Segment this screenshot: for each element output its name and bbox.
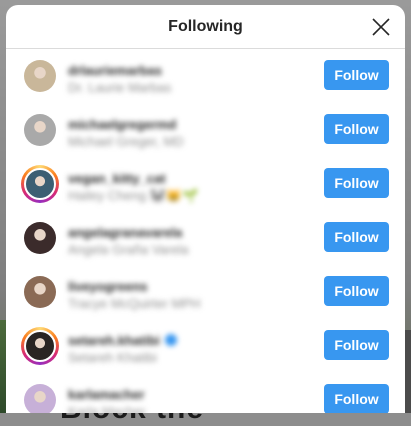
modal-title: Following	[168, 17, 243, 35]
story-ring[interactable]	[21, 327, 59, 365]
username-row: drlauriemarbas	[68, 62, 305, 78]
full-name: Dr. Laurie Marbas	[68, 80, 172, 95]
follow-button[interactable]: Follow	[324, 168, 389, 198]
avatar-wrap[interactable]	[24, 114, 56, 146]
username[interactable]: vegan_kitty_cat	[68, 171, 166, 186]
modal-header: Following	[6, 5, 405, 49]
avatar[interactable]	[24, 114, 56, 146]
list-item: drlauriemarbas Dr. Laurie Marbas Follow	[6, 49, 405, 103]
username[interactable]: drlauriemarbas	[68, 63, 162, 78]
list-item: liveyogreens Tracye McQuirter MPH Follow	[6, 265, 405, 319]
user-info: vegan_kitty_cat Hailey Cheng 🐼😸🌱	[68, 170, 305, 204]
username[interactable]: setareh.khatibi	[68, 333, 160, 348]
avatar[interactable]	[24, 222, 56, 254]
avatar-wrap[interactable]	[24, 60, 56, 92]
username-row: liveyogreens	[68, 278, 305, 294]
full-name: Hailey Cheng 🐼😸🌱	[68, 188, 199, 203]
username[interactable]: liveyogreens	[68, 279, 148, 294]
avatar[interactable]	[24, 276, 56, 308]
username[interactable]: karlamacher	[68, 387, 145, 402]
full-name: Setareh Khatibi	[68, 350, 157, 365]
list-item: vegan_kitty_cat Hailey Cheng 🐼😸🌱 Follow	[6, 157, 405, 211]
user-info: karlamacher Karla Macher	[68, 386, 305, 414]
avatar-wrap[interactable]	[24, 276, 56, 308]
list-item: michaelgregermd Michael Greger, MD Follow	[6, 103, 405, 157]
username-row: angelagranavarela	[68, 224, 305, 240]
user-info: angelagranavarela Angela Graña Varela	[68, 224, 305, 258]
avatar-wrap[interactable]	[24, 384, 56, 413]
follow-button[interactable]: Follow	[324, 276, 389, 306]
full-name: Karla Macher	[68, 404, 146, 413]
follow-button[interactable]: Follow	[324, 384, 389, 413]
avatar[interactable]	[24, 60, 56, 92]
story-ring[interactable]	[21, 165, 59, 203]
user-info: liveyogreens Tracye McQuirter MPH	[68, 278, 305, 312]
user-info: setareh.khatibi Setareh Khatibi	[68, 332, 305, 365]
verified-badge-icon	[164, 334, 177, 346]
close-icon	[372, 18, 390, 36]
list-item: karlamacher Karla Macher Follow	[6, 373, 405, 413]
follow-button[interactable]: Follow	[324, 60, 389, 90]
avatar-wrap[interactable]	[24, 222, 56, 254]
username[interactable]: angelagranavarela	[68, 225, 182, 240]
user-info: michaelgregermd Michael Greger, MD	[68, 116, 305, 150]
full-name: Angela Graña Varela	[68, 242, 189, 257]
username-row: michaelgregermd	[68, 116, 305, 132]
list-item: setareh.khatibi Setareh Khatibi Follow	[6, 319, 405, 373]
avatar[interactable]	[24, 168, 56, 200]
user-info: drlauriemarbas Dr. Laurie Marbas	[68, 62, 305, 96]
avatar[interactable]	[24, 330, 56, 362]
username-row: vegan_kitty_cat	[68, 170, 305, 186]
follow-button[interactable]: Follow	[324, 114, 389, 144]
close-button[interactable]	[369, 15, 393, 39]
following-list: drlauriemarbas Dr. Laurie Marbas Follow mic…	[6, 49, 405, 413]
username[interactable]: michaelgregermd	[68, 117, 176, 132]
full-name: Tracye McQuirter MPH	[68, 296, 201, 311]
follow-button[interactable]: Follow	[324, 330, 389, 360]
list-item: angelagranavarela Angela Graña Varela Foll…	[6, 211, 405, 265]
avatar[interactable]	[24, 384, 56, 413]
full-name: Michael Greger, MD	[68, 134, 184, 149]
follow-button[interactable]: Follow	[324, 222, 389, 252]
username-row: karlamacher	[68, 386, 305, 402]
following-modal: Following drlauriemarbas Dr. Laurie Marba…	[6, 5, 405, 413]
username-row: setareh.khatibi	[68, 332, 305, 348]
